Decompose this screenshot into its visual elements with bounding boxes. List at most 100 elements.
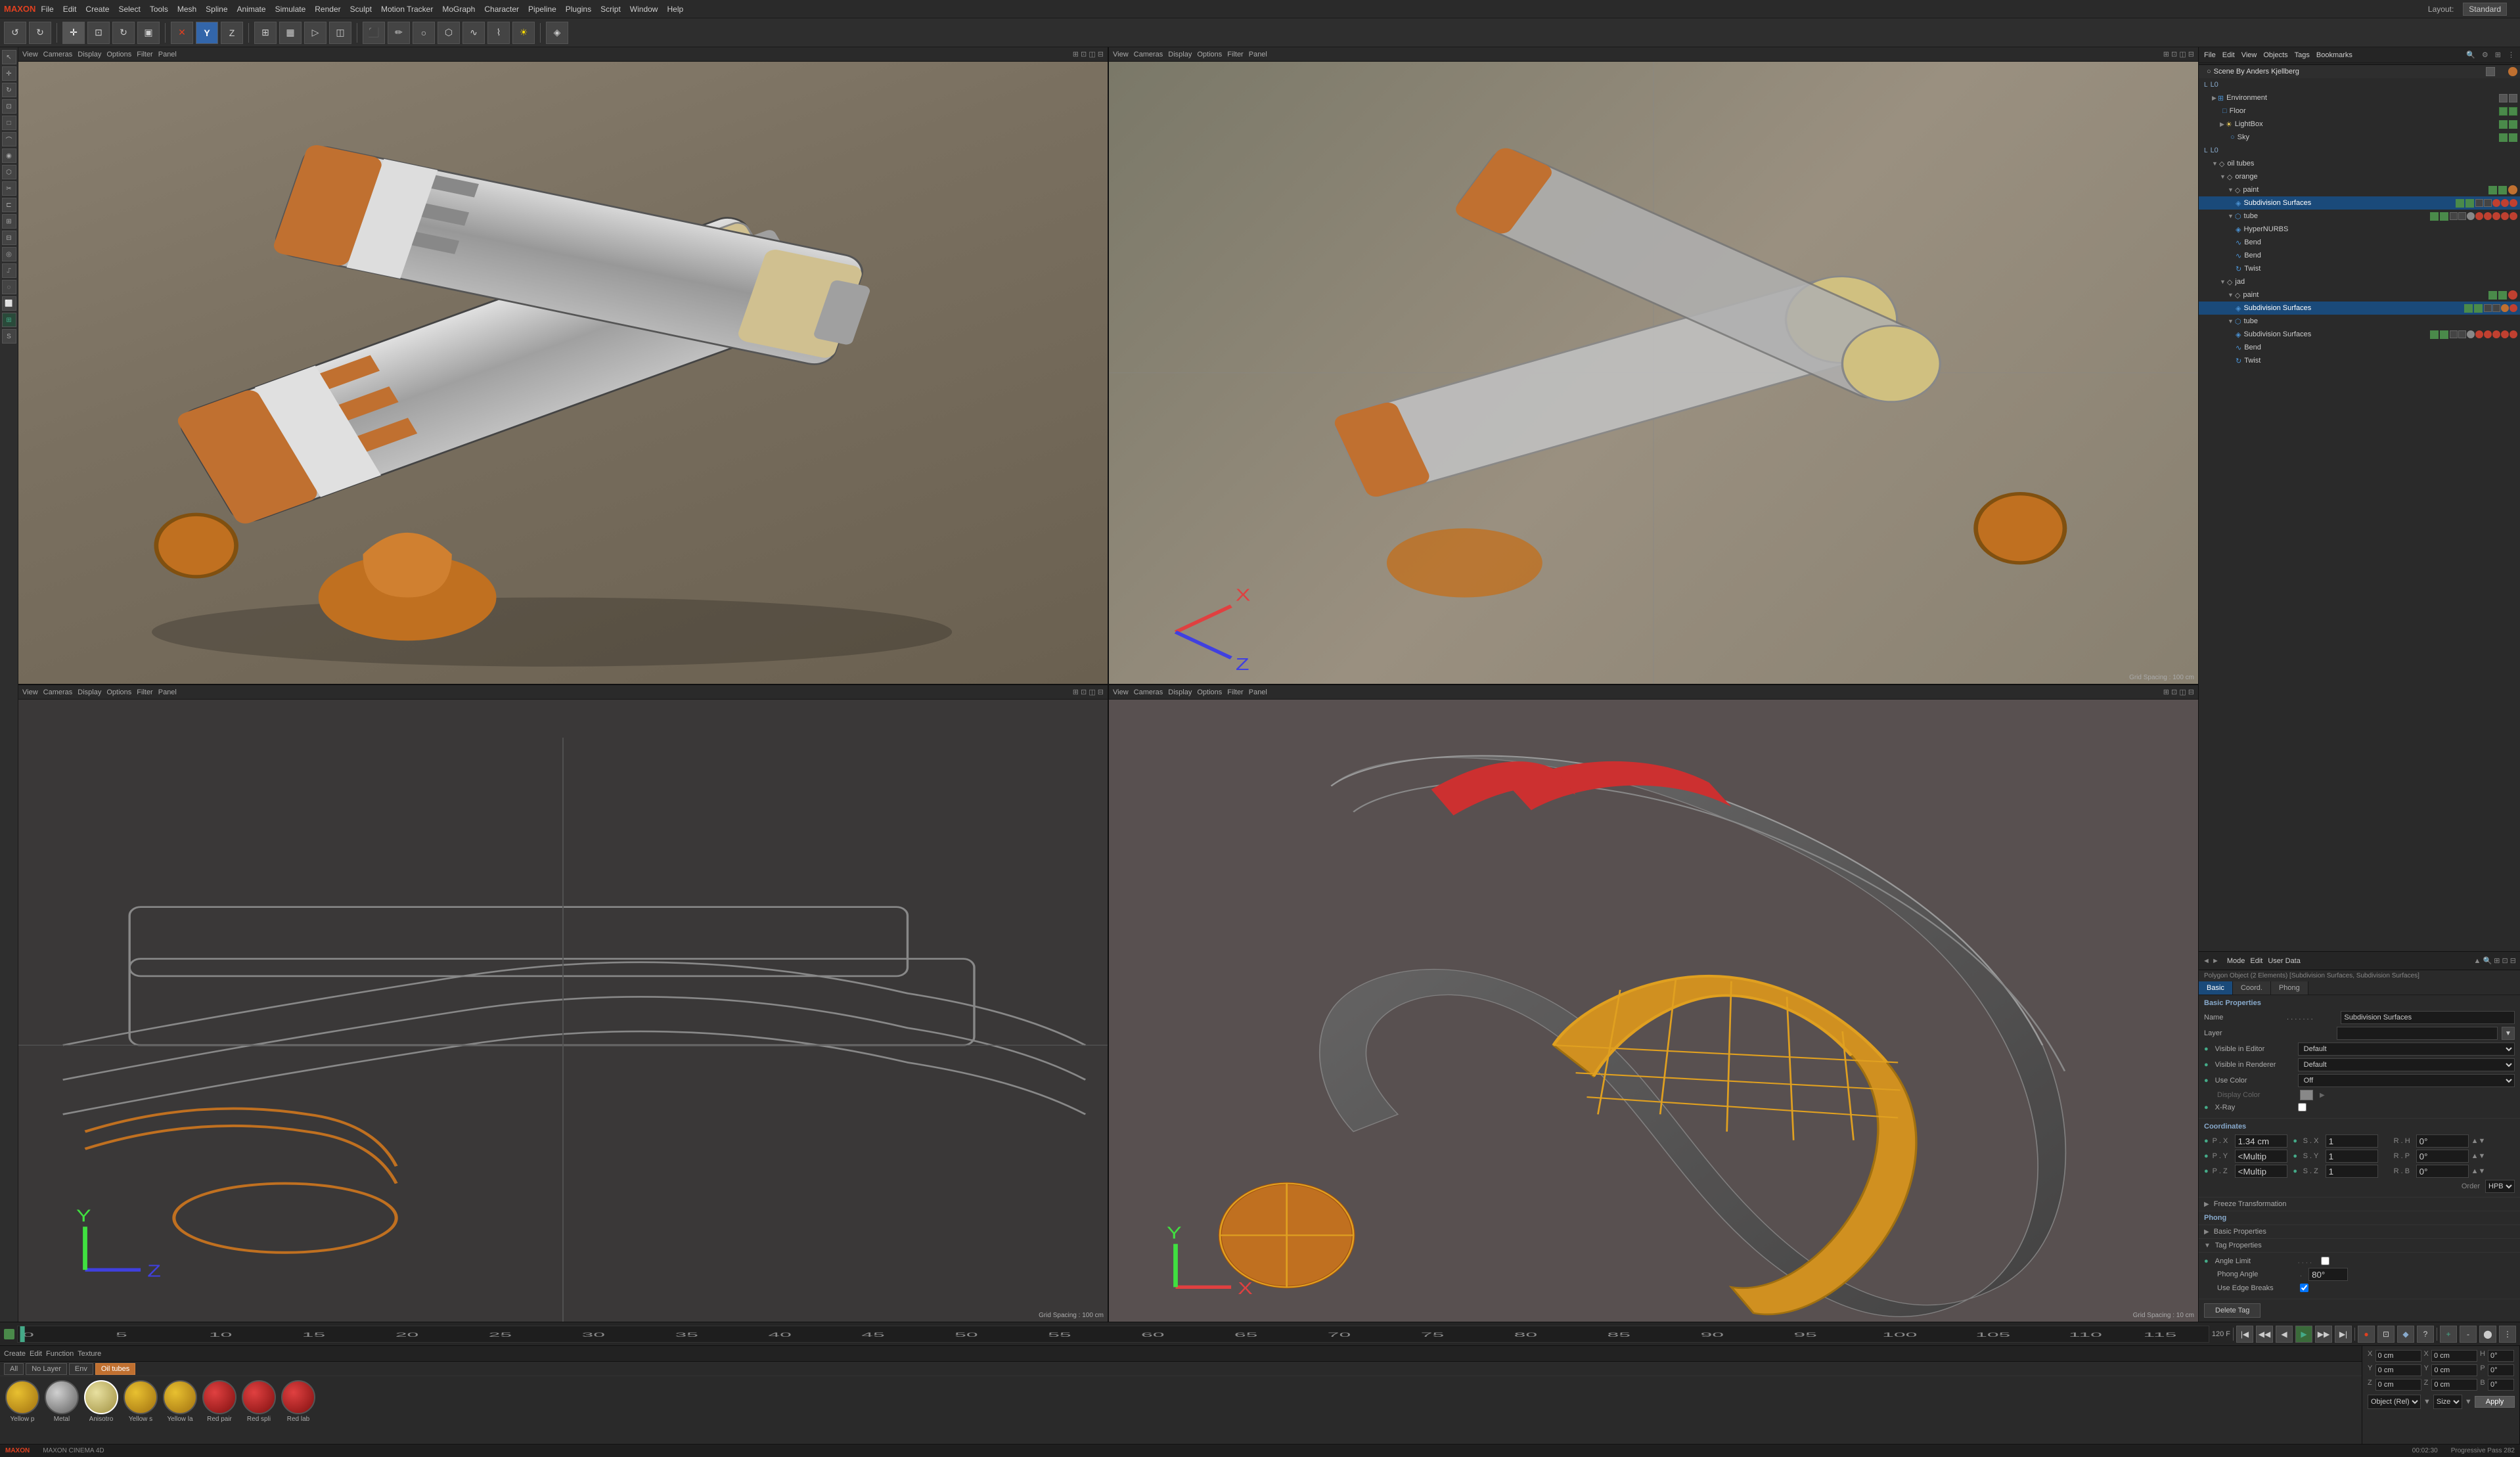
undo-button[interactable]: ↺: [4, 22, 26, 44]
obj-tags-btn[interactable]: Tags: [2295, 51, 2310, 59]
display-color-arrow[interactable]: ▶: [2320, 1092, 2325, 1099]
freeze-arrow[interactable]: ▶: [2204, 1201, 2209, 1208]
tool-scale[interactable]: ⊡: [2, 99, 16, 114]
bottom-p-input[interactable]: [2488, 1364, 2514, 1376]
tool-magnet[interactable]: ⑀: [2, 263, 16, 278]
tree-item-twist2[interactable]: ↻ Twist: [2199, 354, 2520, 367]
rh-input[interactable]: [2416, 1134, 2469, 1148]
menu-character[interactable]: Character: [484, 5, 519, 14]
order-select[interactable]: HPB: [2485, 1180, 2515, 1193]
tab-phong[interactable]: Phong: [2271, 981, 2308, 995]
rotate-button[interactable]: ↻: [112, 22, 135, 44]
use-color-select[interactable]: Off On Layer Color: [2298, 1074, 2515, 1087]
pz-input[interactable]: [2235, 1165, 2287, 1178]
edit-mode-btn[interactable]: Edit: [2250, 957, 2262, 965]
tree-item-scene[interactable]: ○ Scene By Anders Kjellberg: [2199, 65, 2520, 78]
menu-animate[interactable]: Animate: [237, 5, 266, 14]
tab-all[interactable]: All: [4, 1363, 24, 1375]
tool-bevel[interactable]: ⊟: [2, 231, 16, 245]
vp3-options-btn[interactable]: Options: [106, 688, 131, 696]
vp-view-btn[interactable]: View: [22, 51, 38, 58]
vp4-filter-btn[interactable]: Filter: [1227, 688, 1243, 696]
mat-texture-btn[interactable]: Texture: [78, 1350, 101, 1358]
tool-lasso[interactable]: ⌒: [2, 132, 16, 146]
go-start-button[interactable]: |◀: [2236, 1326, 2253, 1343]
cube-button[interactable]: ⬛: [363, 22, 385, 44]
freeze-label[interactable]: Freeze Transformation: [2214, 1200, 2287, 1208]
menu-simulate[interactable]: Simulate: [275, 5, 306, 14]
tree-item-tube2[interactable]: ▼ ⬡ tube: [2199, 315, 2520, 328]
step-back-button[interactable]: ◀◀: [2256, 1326, 2273, 1343]
tree-item-floor[interactable]: □ Floor: [2199, 104, 2520, 118]
mat-item-anisotro[interactable]: Anisotro: [84, 1380, 118, 1423]
mat-item-redsplit[interactable]: Red spli: [242, 1380, 276, 1423]
tree-item-l0[interactable]: L L0: [2199, 78, 2520, 91]
tag-props-label[interactable]: Tag Properties: [2215, 1242, 2262, 1249]
z-button[interactable]: Z: [221, 22, 243, 44]
tree-item-hypernurbs[interactable]: ◈ HyperNURBS: [2199, 223, 2520, 236]
layer-input[interactable]: [2337, 1027, 2498, 1040]
obj-settings-icon[interactable]: ⚙: [2482, 51, 2488, 59]
tree-item-paint1[interactable]: ▼ ◇ paint: [2199, 183, 2520, 196]
mat-item-redpair[interactable]: Red pair: [202, 1380, 236, 1423]
apply-button[interactable]: Apply: [2475, 1396, 2515, 1408]
viewport-top[interactable]: View Cameras Display Options Filter Pane…: [1109, 47, 2198, 684]
tree-item-subdiv3[interactable]: ◈ Subdivision Surfaces: [2199, 328, 2520, 341]
use-edge-breaks-checkbox[interactable]: [2300, 1284, 2308, 1292]
visible-editor-select[interactable]: Default On Off: [2298, 1042, 2515, 1056]
scale-button[interactable]: ⊡: [87, 22, 110, 44]
angle-limit-checkbox[interactable]: [2321, 1257, 2329, 1265]
vp-options-btn[interactable]: Options: [106, 51, 131, 58]
menu-tools[interactable]: Tools: [150, 5, 168, 14]
tab-basic[interactable]: Basic: [2199, 981, 2233, 995]
tool-move[interactable]: ✛: [2, 66, 16, 81]
delkey-button[interactable]: -: [2460, 1326, 2477, 1343]
settings-button[interactable]: ?: [2417, 1326, 2434, 1343]
vp2-filter-btn[interactable]: Filter: [1227, 51, 1243, 58]
layer-btn[interactable]: ▼: [2502, 1027, 2515, 1040]
tree-item-lightbox[interactable]: ▶ ☀ LightBox: [2199, 118, 2520, 131]
tool-snap[interactable]: ◎: [2, 247, 16, 261]
basic-props-sub-label[interactable]: Basic Properties: [2214, 1228, 2266, 1236]
mat-create-btn[interactable]: Create: [4, 1350, 26, 1358]
viewport-perspective[interactable]: View Cameras Display Options Filter Pane…: [18, 47, 1108, 684]
basic-props-arrow[interactable]: ▶: [2204, 1228, 2209, 1236]
obj-objects-btn[interactable]: Objects: [2263, 51, 2287, 59]
tree-item-paint2[interactable]: ▼ ◇ paint: [2199, 288, 2520, 302]
bottom-z2-input[interactable]: [2431, 1379, 2477, 1391]
vp3-cameras-btn[interactable]: Cameras: [43, 688, 73, 696]
mat-item-yellowp[interactable]: Yellow p: [5, 1380, 39, 1423]
render-picture-button[interactable]: ◫: [329, 22, 351, 44]
go-end-button[interactable]: ▶|: [2335, 1326, 2352, 1343]
tag-props-arrow[interactable]: ▼: [2204, 1242, 2211, 1249]
tree-item-twist1[interactable]: ↻ Twist: [2199, 262, 2520, 275]
vp3-view-btn[interactable]: View: [22, 688, 38, 696]
render-view-button[interactable]: ▷: [304, 22, 326, 44]
bottom-w-input[interactable]: [2431, 1350, 2477, 1362]
tree-item-subdiv1[interactable]: ◈ Subdivision Surfaces: [2199, 196, 2520, 210]
obj-view-btn[interactable]: View: [2241, 51, 2257, 59]
obj-dots-icon[interactable]: ⋮: [2508, 51, 2515, 59]
move-button[interactable]: ✛: [62, 22, 85, 44]
tool-polygon[interactable]: ⬡: [2, 165, 16, 179]
menu-select[interactable]: Select: [118, 5, 140, 14]
timeline-ruler[interactable]: 0 5 10 15 20 25 30 35 40 45 50 55 60 65 …: [17, 1326, 2209, 1343]
menu-plugins[interactable]: Plugins: [566, 5, 591, 14]
xray-checkbox[interactable]: [2298, 1103, 2306, 1111]
mat-item-yellowl[interactable]: Yellow la: [163, 1380, 197, 1423]
coord-size-select[interactable]: Size: [2433, 1395, 2462, 1409]
play-back-button[interactable]: ◀: [2276, 1326, 2293, 1343]
mat-item-metal[interactable]: Metal: [45, 1380, 79, 1423]
tree-item-jad[interactable]: ▼ ◇ jad: [2199, 275, 2520, 288]
coord-mode-select[interactable]: Object (Rel) World: [2368, 1395, 2421, 1409]
tree-item-sky[interactable]: ○ Sky: [2199, 131, 2520, 144]
viewport-front[interactable]: View Cameras Display Options Filter Pane…: [1109, 685, 2198, 1322]
obj-search-icon[interactable]: 🔍: [2466, 51, 2475, 59]
delete-button[interactable]: ✕: [171, 22, 193, 44]
addkey-button[interactable]: +: [2440, 1326, 2457, 1343]
obj-bookmarks-btn[interactable]: Bookmarks: [2316, 51, 2352, 59]
tool-bridge[interactable]: ⊏: [2, 198, 16, 212]
bottom-x-input[interactable]: [2375, 1350, 2421, 1362]
bottom-h-input[interactable]: [2488, 1350, 2514, 1362]
name-input[interactable]: [2341, 1011, 2515, 1024]
